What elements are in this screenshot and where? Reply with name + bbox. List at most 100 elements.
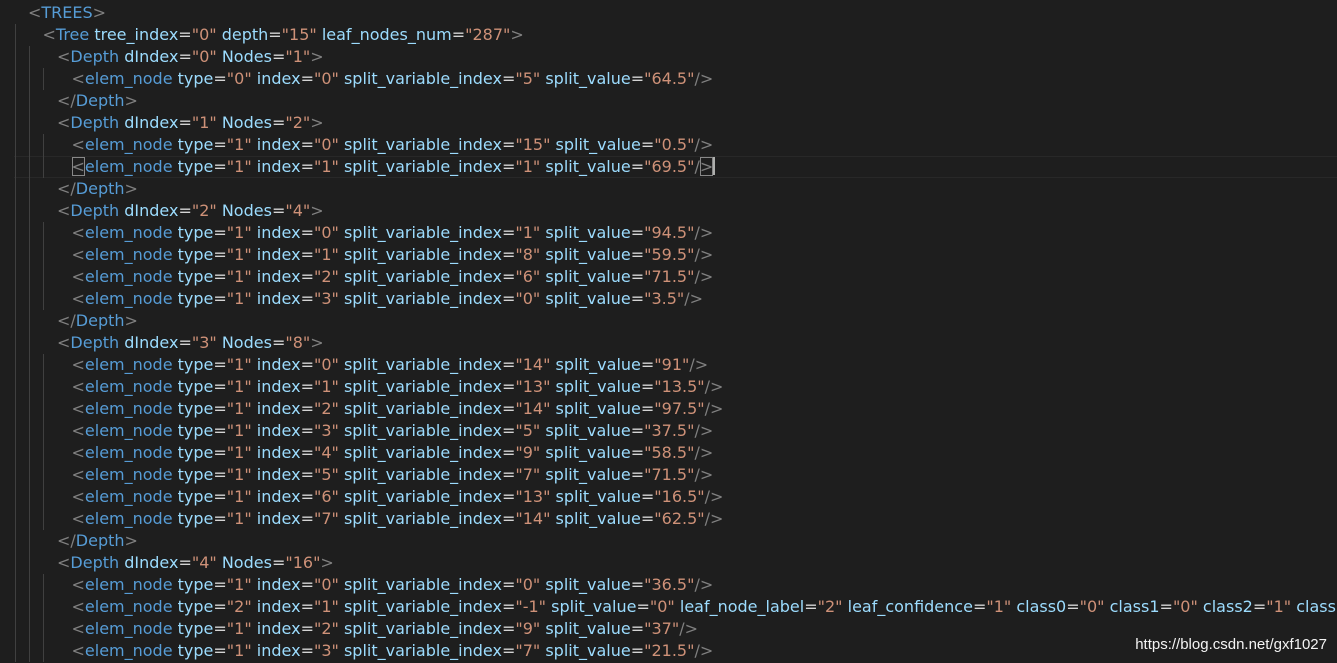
tag-bracket: /> [704, 487, 724, 506]
code-line-text: <elem_node type="1" index="0" split_vari… [72, 134, 714, 156]
tag-bracket: < [71, 421, 85, 440]
attribute-name: Nodes [216, 333, 272, 352]
attribute-name: index [251, 245, 301, 264]
equals-sign: = [501, 399, 516, 418]
attribute-name: index [251, 421, 301, 440]
attribute-name: index [251, 619, 301, 638]
attribute-value: "0" [313, 69, 339, 88]
tag-name: elem_node [84, 135, 173, 154]
indent-guide [43, 618, 44, 640]
equals-sign: = [300, 421, 314, 440]
attribute-name: depth [216, 25, 269, 44]
attribute-name: type [172, 443, 214, 462]
tag-bracket: < [71, 597, 85, 616]
equals-sign: = [178, 333, 192, 352]
attribute-name: class0 [1011, 597, 1067, 616]
equals-sign: = [213, 377, 227, 396]
equals-sign: = [972, 597, 987, 616]
attribute-name: split_variable_index [338, 377, 502, 396]
attribute-name: index [251, 267, 301, 286]
attribute-value: "2" [191, 201, 217, 220]
equals-sign: = [501, 465, 516, 484]
attribute-value: "1" [1266, 597, 1292, 616]
indent-guide [29, 552, 30, 574]
attribute-value: "6" [515, 267, 541, 286]
equals-sign: = [213, 509, 227, 528]
indent-guide [29, 464, 30, 486]
attribute-value: "9" [515, 619, 541, 638]
tag-name: Tree [55, 25, 90, 44]
equals-sign: = [640, 377, 655, 396]
indent-guide [43, 398, 44, 420]
attribute-name: split_value [540, 267, 631, 286]
tag-bracket: /> [694, 267, 714, 286]
equals-sign: = [213, 641, 227, 660]
attribute-value: "91" [654, 355, 690, 374]
tag-bracket: </ [57, 179, 76, 198]
tag-name: elem_node [84, 509, 173, 528]
equals-sign: = [271, 333, 286, 352]
attribute-name: split_variable_index [338, 641, 502, 660]
indent-guide [15, 376, 16, 398]
equals-sign: = [213, 289, 227, 308]
tag-bracket: < [71, 69, 85, 88]
tag-bracket: /> [694, 465, 714, 484]
tag-bracket: < [57, 553, 71, 572]
indent-guide [29, 596, 30, 618]
equals-sign: = [213, 135, 227, 154]
indent-guide [15, 310, 16, 332]
attribute-value: "1" [313, 597, 339, 616]
indent-guide [15, 46, 16, 68]
attribute-name: split_value [540, 641, 631, 660]
tag-name: elem_node [84, 619, 173, 638]
equals-sign: = [300, 641, 314, 660]
attribute-name: index [251, 575, 301, 594]
equals-sign: = [630, 69, 645, 88]
attribute-name: split_value [550, 355, 641, 374]
tag-name: elem_node [84, 575, 173, 594]
attribute-value: "0" [313, 135, 339, 154]
equals-sign: = [630, 245, 645, 264]
attribute-value: "1" [285, 47, 311, 66]
equals-sign: = [213, 421, 227, 440]
attribute-name: split_variable_index [338, 355, 502, 374]
attribute-value: "0.5" [654, 135, 695, 154]
code-line-text: <elem_node type="1" index="3" split_vari… [72, 288, 704, 310]
attribute-name: index [251, 157, 301, 176]
code-editor[interactable]: <TREES> <Tree tree_index="0" depth="15" l… [0, 0, 1337, 663]
attribute-value: "13.5" [654, 377, 705, 396]
attribute-name: split_variable_index [338, 289, 502, 308]
equals-sign: = [501, 135, 516, 154]
indent-guide [15, 90, 16, 112]
equals-sign: = [501, 443, 516, 462]
tag-bracket: > [510, 25, 524, 44]
attribute-value: "1" [986, 597, 1012, 616]
code-line-text: <Depth dIndex="2" Nodes="4"> [57, 200, 324, 222]
attribute-value: "2" [313, 267, 339, 286]
attribute-name: Nodes [216, 47, 272, 66]
indent-guide [15, 618, 16, 640]
indent-guide [15, 288, 16, 310]
attribute-value: "59.5" [644, 245, 695, 264]
equals-sign: = [1159, 597, 1173, 616]
attribute-name: dIndex [119, 113, 179, 132]
code-line-text: </Depth> [57, 90, 138, 112]
tag-name: elem_node [84, 399, 173, 418]
indent-guide [15, 486, 16, 508]
indent-guide [43, 376, 44, 398]
attribute-value: "2" [226, 597, 252, 616]
attribute-name: Nodes [216, 201, 272, 220]
equals-sign: = [630, 421, 645, 440]
code-line-text: <elem_node type="1" index="6" split_vari… [72, 486, 724, 508]
equals-sign: = [213, 487, 227, 506]
attribute-name: split_value [550, 509, 641, 528]
attribute-name: dIndex [119, 47, 179, 66]
tag-bracket: < [71, 355, 85, 374]
attribute-name: class3 [1296, 597, 1337, 616]
attribute-value: "9" [515, 443, 541, 462]
attribute-value: "1" [191, 113, 217, 132]
tag-name: elem_node [84, 641, 173, 660]
attribute-value: "1" [226, 355, 252, 374]
attribute-name: split_variable_index [338, 465, 502, 484]
indent-guide [15, 200, 16, 222]
